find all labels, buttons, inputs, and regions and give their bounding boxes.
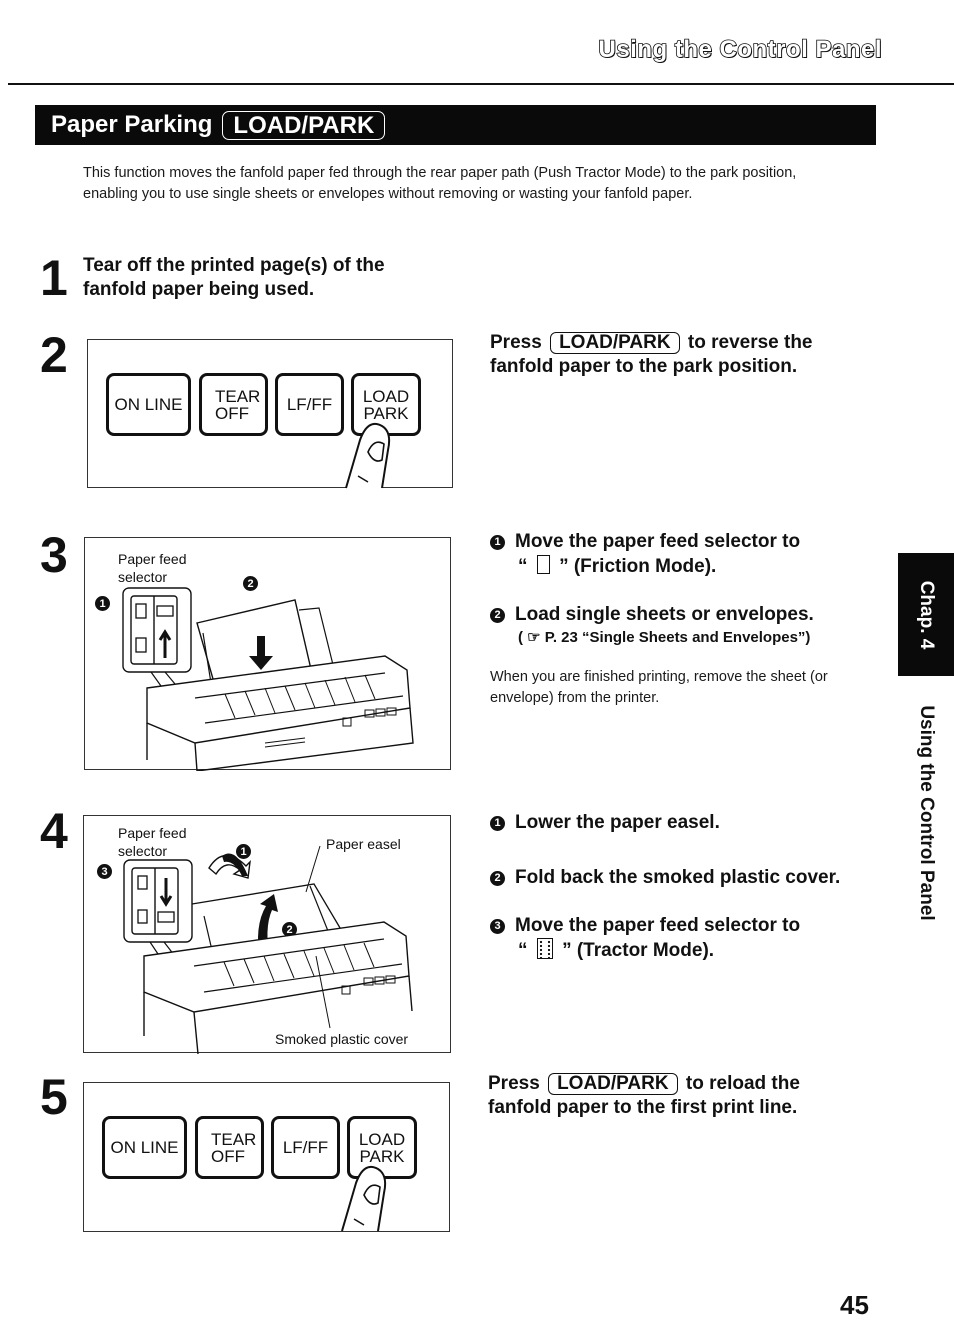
step-4-item-3-line2: ” (Tractor Mode). [562,940,715,961]
step-4-item-1-line1: Lower the paper easel. [515,812,720,833]
step-1-heading-line1: Tear off the printed page(s) of the [83,255,385,276]
step-5-text: Press LOAD/PARK to reload the fanfold pa… [488,1072,800,1120]
step-2-inline-key: LOAD/PARK [550,332,680,354]
online-key-label: ON LINE [114,395,183,414]
step-3-number: 3 [40,527,68,583]
step-4-item-3-line1: Move the paper feed selector to [515,915,801,936]
tear-off-key: TEAR OFF [199,373,268,436]
tear-off-key-label-1: TEAR [215,386,261,406]
lf-ff-key: LF/FF [275,373,344,436]
tear-off-key-2-label-1: TEAR [211,1129,257,1149]
tear-off-key-2-label-2: OFF [211,1146,245,1166]
tear-off-key-label-2: OFF [215,403,249,423]
friction-mode-icon [536,555,550,574]
step-3-item-2: 2 Load single sheets or envelopes. [490,602,890,627]
step-2-control-panel-figure: ON LINE TEAR OFF LF/FF LOAD PARK [87,339,453,489]
load-park-key-label-1: LOAD [362,386,410,406]
printer-illustration-2 [123,845,413,1054]
step-5-inline-key: LOAD/PARK [548,1073,678,1095]
lf-ff-key-2-label: LF/FF [282,1138,329,1157]
load-park-key-2-label-1: LOAD [358,1129,406,1149]
step-3-item-1-marker: 1 [490,535,505,550]
online-key-2: ON LINE [102,1116,187,1179]
step-3-item-1: 1 Move the paper feed selector to “ ” (Fr… [490,529,890,579]
side-chapter-title: Using the Control Panel [898,690,954,935]
pressing-finger-icon [345,422,391,489]
side-chapter-title-label: Using the Control Panel [916,704,937,921]
pressing-finger-icon-2 [341,1165,387,1232]
step-4-item-3: 3 Move the paper feed selector to “ ” (Tr… [490,913,890,963]
step-5-text-line2: fanfold paper to the first print line. [488,1097,798,1118]
step-4-item-2: 2 Fold back the smoked plastic cover. [490,865,890,890]
printer-illustration [122,587,414,771]
section-title-bar: Paper Parking LOAD/PARK [35,105,876,145]
step-3-item-1-line1: Move the paper feed selector to [515,531,801,552]
step-4-item-2-marker: 2 [490,871,505,886]
online-key: ON LINE [106,373,191,436]
step-1-number: 1 [40,250,68,306]
section-title-key: LOAD/PARK [222,110,386,140]
step-4-item-3-marker: 3 [490,919,505,934]
step-2-text-suffix: to reverse the [687,332,813,353]
step-4-item-3-quote-open: “ [518,940,528,961]
step-4-number: 4 [40,803,68,859]
step-3-item-2-marker: 2 [490,608,505,623]
step-1-heading: Tear off the printed page(s) of the fanf… [83,254,385,302]
intro-paragraph: This function moves the fanfold paper fe… [83,165,797,202]
online-key-2-label: ON LINE [110,1138,179,1157]
step-4-item-1-marker: 1 [490,816,505,831]
step-4-item-1: 1 Lower the paper easel. [490,810,890,835]
step-4-item-2-line1: Fold back the smoked plastic cover. [515,867,841,888]
step-3-item-2-line1: Load single sheets or envelopes. [515,604,814,625]
tear-off-key-2: TEAR OFF [195,1116,264,1179]
lf-ff-key-2: LF/FF [271,1116,340,1179]
step-3-item-1-quote-open: “ [518,556,528,577]
chapter-tab: Chap. 4 [898,553,954,676]
running-head: Using the Control Panel [598,35,883,64]
step-3-printer-figure: Paper feed selector 1 2 [84,537,451,771]
step-4-instructions: 1 Lower the paper easel. 2 Fold back the s… [490,810,890,963]
step-5-text-prefix: Press [488,1073,540,1094]
step-3-instructions: 1 Move the paper feed selector to “ ” (Fr… [490,529,890,709]
step-3-note: When you are finished printing, remove t… [490,669,828,706]
step-5-text-suffix: to reload the [685,1073,800,1094]
tractor-mode-icon [536,938,553,959]
step-5-number: 5 [40,1069,68,1125]
step-1-heading-line2: fanfold paper being used. [83,279,315,300]
step-2-text: Press LOAD/PARK to reverse the fanfold p… [490,331,813,379]
chapter-tab-label: Chap. 4 [916,580,937,649]
page-number: 45 [840,1290,869,1320]
step-4-printer-figure: Paper feed selector Paper easel Smoked p… [83,815,451,1054]
step-2-text-line2: fanfold paper to the park position. [490,356,798,377]
step-2-number: 2 [40,327,68,383]
lf-ff-key-label: LF/FF [286,395,333,414]
step-3-item-1-line2: ” (Friction Mode). [559,556,717,577]
step-5-control-panel-figure: ON LINE TEAR OFF LF/FF LOAD PARK [83,1082,450,1232]
step-2-text-prefix: Press [490,332,542,353]
header-rule [8,83,954,85]
step-3-page-reference: ( ☞ P. 23 “Single Sheets and Envelopes”) [518,629,811,646]
section-title: Paper Parking [51,111,213,138]
